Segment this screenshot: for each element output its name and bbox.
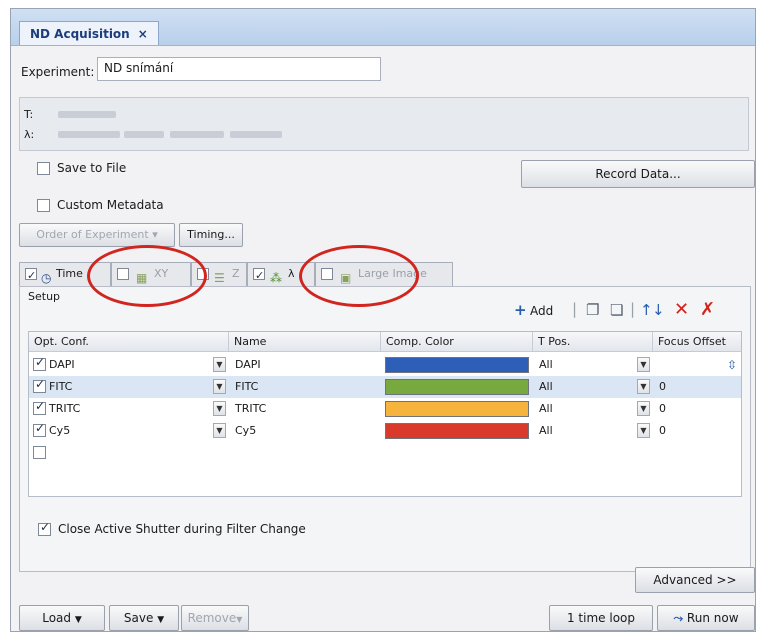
order-of-experiment-dropdown[interactable]: Order of Experiment ▾ [19,223,175,247]
paste-icon[interactable]: ❏ [610,301,623,319]
t-pos-dropdown-arrow[interactable]: ▼ [637,357,650,372]
t-pos-value[interactable]: All [539,354,553,376]
save-to-file-label: Save to File [57,161,127,175]
move-down-icon[interactable]: ↓ [652,301,665,319]
table-row[interactable]: DAPI ▼ DAPI All ▼ ⇳ [29,354,741,376]
save-to-file-checkbox[interactable] [37,162,50,175]
run-now-button[interactable]: ⤳ Run now [657,605,755,631]
table-row[interactable]: Cy5 ▼ Cy5 All ▼ 0 [29,420,741,442]
experiment-summary: T: λ: [19,97,749,151]
save-button[interactable]: Save ▼ [109,605,179,631]
separator-icon: | [630,300,636,318]
comp-color-swatch[interactable] [385,379,529,395]
channel-name[interactable]: TRITC [235,398,266,420]
channel-name[interactable]: DAPI [235,354,261,376]
channel-name[interactable]: FITC [235,376,258,398]
lambda-summary-label: λ: [24,128,35,141]
record-data-button[interactable]: Record Data... [521,160,755,188]
tab-time-label: Time [56,267,83,280]
add-icon[interactable]: + [514,301,527,319]
load-button[interactable]: Load ▼ [19,605,105,631]
chevron-down-icon: ▼ [236,615,243,624]
save-button-label: Save [123,611,154,625]
close-shutter-label: Close Active Shutter during Filter Chang… [58,522,306,536]
separator-icon: | [572,300,578,318]
timing-button[interactable]: Timing... [179,223,243,247]
runner-icon: ⤳ [673,611,684,625]
add-button[interactable]: Add [530,304,553,318]
column-header-opt-conf[interactable]: Opt. Conf. [29,332,229,352]
t-pos-dropdown-arrow[interactable]: ▼ [637,401,650,416]
opt-conf-dropdown-arrow[interactable]: ▼ [213,379,226,394]
close-shutter-checkbox[interactable] [38,520,51,536]
t-pos-value[interactable]: All [539,398,553,420]
custom-metadata-checkbox[interactable] [37,199,50,212]
chevron-down-icon: ▼ [157,615,165,625]
tab-title: ND Acquisition [30,27,130,41]
tab-lambda-label: λ [288,267,295,280]
column-header-name[interactable]: Name [229,332,381,352]
channel-enabled-checkbox[interactable] [33,399,46,415]
t-pos-value[interactable]: All [539,376,553,398]
annotation-oval-xy [87,245,207,307]
tab-nd-acquisition[interactable]: ND Acquisition × [19,21,159,45]
copy-icon[interactable]: ❐ [586,301,599,319]
focus-offset-icon[interactable]: ⇳ [727,354,737,376]
chevron-down-icon: ▼ [74,615,82,625]
loop-count-button[interactable]: 1 time loop [549,605,653,631]
document-tab-strip: ND Acquisition × [11,9,755,46]
channel-name[interactable]: Cy5 [235,420,256,442]
remove-button-label: Remove [187,611,237,625]
channel-enabled-checkbox[interactable] [33,355,46,371]
advanced-button[interactable]: Advanced >> [635,567,755,593]
setup-title: Setup [28,290,61,303]
opt-conf-value[interactable]: DAPI [49,354,75,376]
custom-metadata-label: Custom Metadata [57,198,164,212]
time-checkbox[interactable] [25,265,37,287]
run-now-label: Run now [686,611,739,625]
channel-table: Opt. Conf. Name Comp. Color T Pos. Focus… [28,331,742,497]
column-header-t-pos[interactable]: T Pos. [533,332,653,352]
experiment-label: Experiment: [21,65,95,79]
annotation-oval-large-image [299,245,419,307]
load-button-label: Load [42,611,72,625]
channel-enabled-checkbox[interactable] [33,377,46,393]
opt-conf-dropdown-arrow[interactable]: ▼ [213,423,226,438]
opt-conf-value[interactable]: TRITC [49,398,80,420]
close-icon[interactable]: × [138,27,148,41]
focus-offset-value[interactable]: 0 [659,420,666,442]
column-header-comp-color[interactable]: Comp. Color [381,332,533,352]
opt-conf-dropdown-arrow[interactable]: ▼ [213,357,226,372]
channel-enabled-checkbox[interactable] [33,421,46,437]
delete-all-icon[interactable]: ✗ [700,299,715,320]
nd-acquisition-window: ND Acquisition × Experiment: ND snímání T… [10,8,756,632]
t-pos-dropdown-arrow[interactable]: ▼ [637,379,650,394]
opt-conf-value[interactable]: Cy5 [49,420,70,442]
comp-color-swatch[interactable] [385,401,529,417]
table-row-empty[interactable] [29,442,741,464]
comp-color-swatch[interactable] [385,357,529,373]
column-header-focus-offset[interactable]: Focus Offset [653,332,741,352]
remove-button[interactable]: Remove▼ [181,605,249,631]
comp-color-swatch[interactable] [385,423,529,439]
focus-offset-value[interactable]: 0 [659,398,666,420]
opt-conf-dropdown-arrow[interactable]: ▼ [213,401,226,416]
opt-conf-value[interactable]: FITC [49,376,72,398]
t-summary-label: T: [24,108,34,121]
t-pos-dropdown-arrow[interactable]: ▼ [637,423,650,438]
delete-icon[interactable]: ✕ [674,299,689,320]
move-up-icon[interactable]: ↑ [640,301,653,319]
lambda-checkbox[interactable] [253,265,265,287]
new-channel-checkbox[interactable] [33,446,46,459]
focus-offset-value[interactable]: 0 [659,376,666,398]
table-row[interactable]: TRITC ▼ TRITC All ▼ 0 [29,398,741,420]
table-row[interactable]: FITC ▼ FITC All ▼ 0 [29,376,741,398]
setup-panel: Setup + Add | ❐ ❏ | ↑ ↓ ✕ ✗ Opt. Conf. N… [19,286,751,572]
t-pos-value[interactable]: All [539,420,553,442]
experiment-name-input[interactable]: ND snímání [97,57,381,81]
tab-z-label: Z [232,267,240,280]
